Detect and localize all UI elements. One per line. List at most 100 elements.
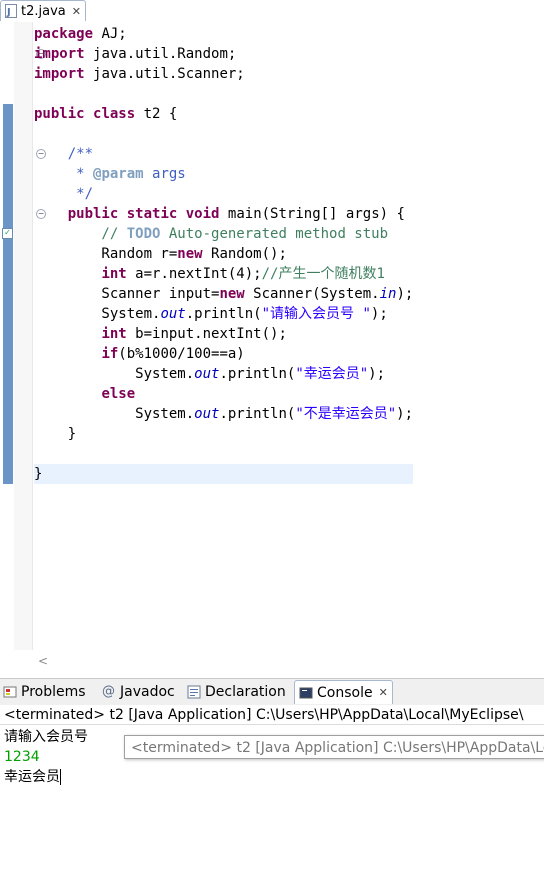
code-token: /** <box>34 146 94 162</box>
code-token: Random(); <box>211 246 287 262</box>
console-line-text: 幸运会员 <box>4 769 60 785</box>
javadoc-icon: @ <box>102 684 115 699</box>
tab-console[interactable]: Console ✕ <box>294 680 393 704</box>
code-token: new <box>177 246 212 262</box>
source-code[interactable]: package AJ; import java.util.Random; impor… <box>34 24 414 484</box>
code-token: if <box>101 346 119 362</box>
code-token: Auto-generated method stub <box>160 226 389 242</box>
code-token: out <box>194 366 220 382</box>
code-line[interactable]: else <box>34 384 413 404</box>
code-token: System. <box>34 366 195 382</box>
code-line[interactable]: public class t2 { <box>34 104 413 124</box>
code-token: (b%1000/100==a) <box>118 346 245 362</box>
code-line[interactable]: /** <box>34 144 413 164</box>
code-token: Random r= <box>34 246 178 262</box>
code-token: import <box>34 66 94 82</box>
declaration-icon <box>187 685 201 699</box>
code-token: Scanner input= <box>34 286 220 302</box>
code-token: ); <box>368 366 386 382</box>
code-token: in <box>379 286 397 302</box>
code-token: int <box>101 326 136 342</box>
code-token: java.util.Random; <box>93 46 237 62</box>
horizontal-scrollbar[interactable]: < <box>0 650 544 674</box>
console-panel[interactable]: <terminated> t2 [Java Application] C:\Us… <box>0 705 544 870</box>
code-line[interactable]: System.out.println("幸运会员"); <box>34 364 413 384</box>
views-tab-bar: Problems @ Javadoc Declaration Console ✕ <box>0 678 544 706</box>
close-icon[interactable]: ✕ <box>72 5 81 18</box>
code-line[interactable]: System.out.println("请输入会员号 "); <box>34 304 413 324</box>
code-token: "请输入会员号 " <box>261 306 371 322</box>
code-token: new <box>219 286 254 302</box>
tooltip: <terminated> t2 [Java Application] C:\Us… <box>124 735 544 759</box>
tab-javadoc[interactable]: @ Javadoc <box>102 681 175 703</box>
code-token: out <box>160 306 186 322</box>
java-file-icon: J <box>5 4 17 18</box>
console-icon <box>299 686 313 700</box>
code-line[interactable]: Scanner input=new Scanner(System.in); <box>34 284 413 304</box>
code-token: .println( <box>219 406 296 422</box>
tab-problems[interactable]: Problems <box>3 681 86 703</box>
code-token: b=input.nextInt(); <box>135 326 287 342</box>
code-line[interactable]: System.out.println("不是幸运会员"); <box>34 404 413 424</box>
console-output[interactable]: 请输入会员号 1234 幸运会员 <box>4 727 88 787</box>
code-token: java.util.Scanner; <box>93 66 245 82</box>
code-token: class <box>93 106 144 122</box>
code-line[interactable]: int a=r.nextInt(4);//产生一个随机数1 <box>34 264 413 284</box>
close-icon[interactable]: ✕ <box>379 686 388 699</box>
code-line[interactable]: Random r=new Random(); <box>34 244 413 264</box>
code-line[interactable]: import java.util.Random; <box>34 44 413 64</box>
console-process-label: <terminated> t2 [Java Application] C:\Us… <box>0 705 544 725</box>
code-line[interactable] <box>34 444 413 464</box>
code-token: a=r.nextInt(4); <box>135 266 262 282</box>
code-token: Scanner(System. <box>253 286 380 302</box>
code-token: ); <box>396 286 414 302</box>
code-line[interactable] <box>34 124 413 144</box>
code-token: ); <box>396 406 414 422</box>
tab-label: t2.java <box>21 3 66 19</box>
tab-declaration[interactable]: Declaration <box>187 681 286 703</box>
task-marker-icon[interactable]: ✓ <box>2 228 13 239</box>
overview-ruler: ✓ <box>0 22 14 650</box>
scroll-left-icon[interactable]: < <box>38 654 48 668</box>
code-token: System. <box>34 306 161 322</box>
editor-tab-bar: J t2.java ✕ <box>0 0 544 22</box>
code-token: args <box>143 166 186 182</box>
code-token: ); <box>370 306 388 322</box>
code-line[interactable]: import java.util.Scanner; <box>34 64 413 84</box>
code-line[interactable]: // TODO Auto-generated method stub <box>34 224 413 244</box>
code-line[interactable]: } <box>34 464 414 484</box>
code-token: "幸运会员" <box>295 366 369 382</box>
ruler-range-indicator <box>3 104 13 484</box>
tab-label: Javadoc <box>120 684 175 700</box>
text-caret <box>60 769 61 785</box>
code-token: "不是幸运会员" <box>295 406 397 422</box>
code-token: else <box>101 386 136 402</box>
code-token: System. <box>34 406 195 422</box>
code-line[interactable]: if(b%1000/100==a) <box>34 344 413 364</box>
code-token: void <box>185 206 228 222</box>
code-line[interactable]: package AJ; <box>34 24 413 44</box>
code-token: } <box>34 426 77 442</box>
code-line[interactable]: */ <box>34 184 413 204</box>
tab-label: Problems <box>21 684 86 700</box>
code-line[interactable] <box>34 84 413 104</box>
tab-t2-java[interactable]: J t2.java ✕ <box>0 0 86 21</box>
code-line[interactable]: * @param args <box>34 164 413 184</box>
code-token: main(String[] args) { <box>227 206 405 222</box>
code-line[interactable]: int b=input.nextInt(); <box>34 324 413 344</box>
code-token: .println( <box>219 366 296 382</box>
code-editor[interactable]: ✓ − − − package AJ; import java.util.Rand… <box>0 22 544 650</box>
code-token: // <box>34 226 127 242</box>
tab-label: Declaration <box>205 684 286 700</box>
problems-icon <box>3 685 17 699</box>
code-line[interactable]: } <box>34 424 413 444</box>
console-line: 幸运会员 <box>4 767 88 787</box>
code-line[interactable]: public static void main(String[] args) { <box>34 204 413 224</box>
line-number-gutter: − − − <box>14 22 46 650</box>
console-input-line: 1234 <box>4 749 40 765</box>
